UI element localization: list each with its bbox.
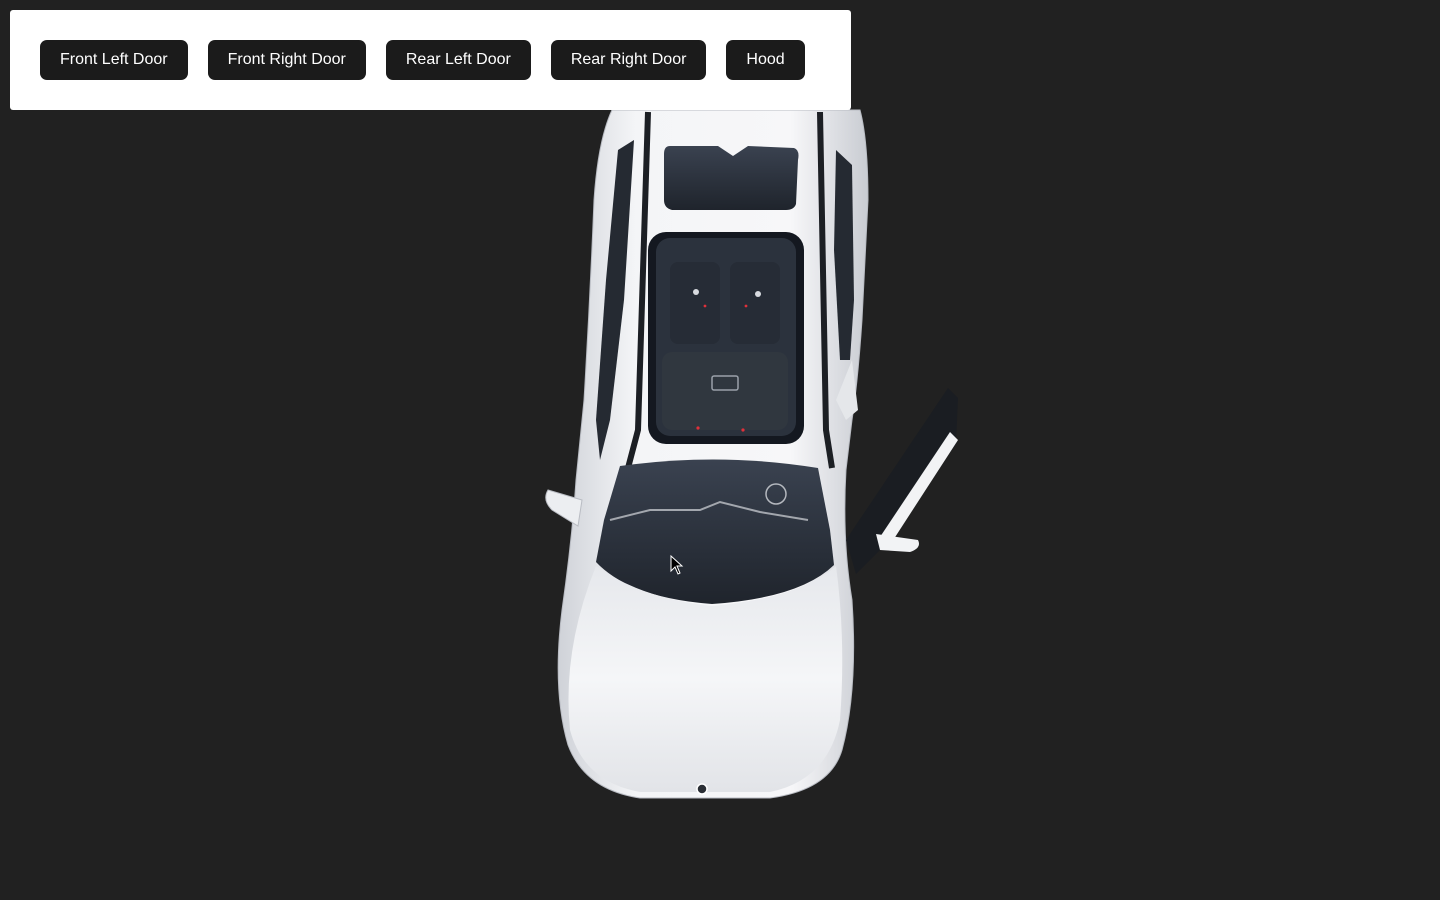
panoramic-sunroof <box>648 232 804 444</box>
car-3d-model[interactable] <box>0 0 1440 900</box>
brand-logo-icon <box>696 783 708 795</box>
rear-window <box>664 146 799 210</box>
mouse-cursor-icon <box>670 555 684 575</box>
front-right-door-button[interactable]: Front Right Door <box>207 40 366 80</box>
front-left-door-button[interactable]: Front Left Door <box>40 40 188 80</box>
hood-button[interactable]: Hood <box>726 40 805 80</box>
3d-viewport[interactable]: Front Left Door Front Right Door Rear Le… <box>0 0 1440 900</box>
front-right-door-open[interactable] <box>846 388 958 574</box>
windshield <box>596 459 834 604</box>
rear-right-door-button[interactable]: Rear Right Door <box>550 40 707 80</box>
door-control-panel: Front Left Door Front Right Door Rear Le… <box>10 10 851 110</box>
rear-left-door-button[interactable]: Rear Left Door <box>385 40 531 80</box>
